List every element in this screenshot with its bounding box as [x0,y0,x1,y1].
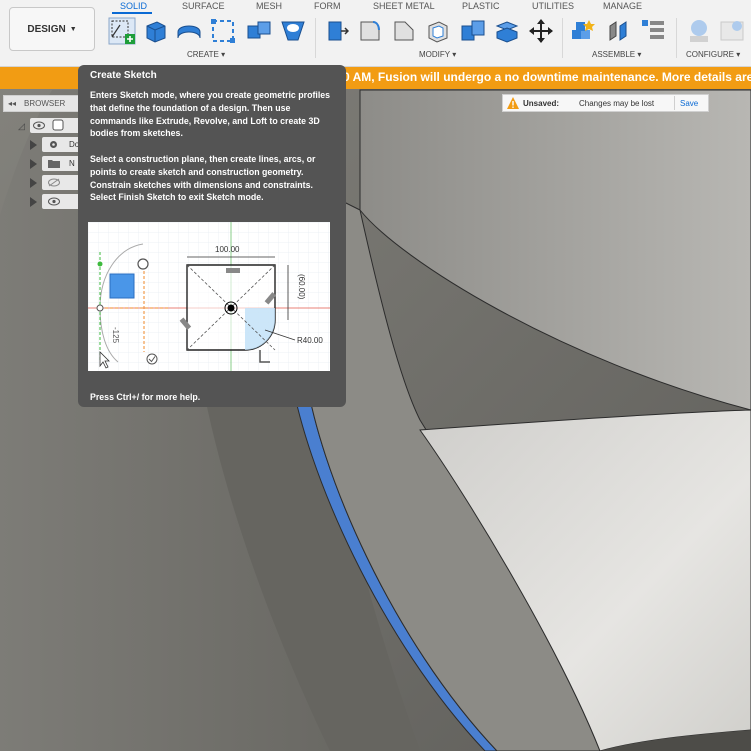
component-list-icon[interactable] [640,18,666,44]
document-icon [52,119,64,131]
move-copy-icon[interactable] [528,18,554,44]
width-dimension: 100.00 [215,245,240,254]
split-body-icon[interactable] [494,18,520,44]
expand-triangle-icon[interactable] [30,178,37,188]
create-sketch-tooltip: Create Sketch Enters Sketch mode, where … [78,65,346,407]
press-pull-icon[interactable] [323,18,349,44]
unsaved-message: Changes may be lost [579,99,655,108]
sketch-point [137,258,149,270]
assemble-group-label[interactable]: ASSEMBLE ▾ [592,50,641,59]
warning-icon [507,97,519,109]
configuration-table-icon[interactable] [719,18,745,44]
configure-icon[interactable] [686,18,712,44]
configure-group-text: CONFIGURE [686,50,734,59]
save-button[interactable]: Save [680,99,698,108]
sketch-point [97,261,103,267]
assemble-group-text: ASSEMBLE [592,50,636,59]
maintenance-banner-text: 0 AM, Fusion will undergo a no downtime … [343,70,751,84]
tab-manage[interactable]: MANAGE [603,1,642,11]
radius-dimension: R40.00 [297,336,323,345]
toolbar-separator [562,18,563,58]
blue-sketch-square [109,273,135,299]
modify-group-text: MODIFY [419,50,450,59]
tree-item-origin[interactable] [14,175,112,191]
tree-item-label: N [69,159,75,168]
shell-icon[interactable] [425,18,451,44]
gear-icon [50,141,57,148]
create-sketch-icon[interactable] [108,17,136,45]
expand-triangle-icon[interactable] [30,140,37,150]
hole-icon[interactable] [280,18,306,44]
tooltip-title: Create Sketch [90,70,157,81]
modify-group-label[interactable]: MODIFY ▾ [419,50,456,59]
tab-surface[interactable]: SURFACE [182,1,225,11]
tree-root-row[interactable]: ◿ [14,118,100,134]
eye-icon[interactable] [48,197,60,206]
toolbar-separator [315,18,316,58]
sketch-point [96,304,104,312]
loft-icon[interactable] [246,18,272,44]
chevron-down-icon: ▼ [69,25,77,33]
tab-mesh[interactable]: MESH [256,1,282,11]
new-component-icon[interactable] [570,18,596,44]
eye-icon[interactable] [33,121,45,130]
combine-icon[interactable] [460,18,486,44]
sweep-icon[interactable] [210,18,236,44]
browser-panel-header[interactable]: ◂◂ BROWSER [3,95,83,112]
create-group-text: CREATE [187,50,219,59]
tab-sheet-metal[interactable]: SHEET METAL [373,1,435,11]
joint-icon[interactable] [606,18,632,44]
tree-item-bodies[interactable] [14,194,112,210]
unsaved-title: Unsaved: [523,99,560,108]
left-dimension: -125 [111,327,120,344]
expand-triangle-icon[interactable]: ◿ [18,121,25,132]
unsaved-divider [674,96,675,110]
tree-item-document-settings[interactable]: Do [14,137,112,153]
folder-icon [48,160,60,168]
active-tab-indicator [112,12,152,14]
height-dimension: (60.00) [297,274,306,300]
chamfer-icon[interactable] [391,18,417,44]
create-group-label[interactable]: CREATE ▾ [187,50,225,59]
tree-item-named-views[interactable]: N [14,156,112,172]
expand-triangle-icon[interactable] [30,159,37,169]
center-point [227,304,235,312]
collapse-icon[interactable]: ◂◂ [8,99,16,108]
tab-plastic[interactable]: PLASTIC [462,1,500,11]
tab-utilities[interactable]: UTILITIES [532,1,574,11]
expand-triangle-icon[interactable] [30,197,37,207]
tooltip-footer: Press Ctrl+/ for more help. [90,392,201,402]
create-box-icon[interactable] [143,18,169,44]
toolbar-separator [676,18,677,58]
main-toolbar: DESIGN ▼ SOLID SURFACE MESH FORM SHEET M… [0,0,751,67]
workspace-label: DESIGN [27,23,66,35]
configure-group-label[interactable]: CONFIGURE ▾ [686,50,740,59]
checkmark-icon [146,353,158,365]
browser-title: BROWSER [24,99,66,108]
fillet-icon[interactable] [357,18,383,44]
constraint-glyph [226,268,240,273]
eye-hidden-icon[interactable] [48,178,60,187]
tab-solid[interactable]: SOLID [120,1,147,11]
sketch-illustration: -125 100.00 (60.00) R40.00 [88,222,330,371]
revolve-icon[interactable] [176,18,202,44]
tooltip-paragraph-1: Enters Sketch mode, where you create geo… [90,90,331,139]
tooltip-paragraph-2: Select a construction plane, then create… [90,154,316,203]
tab-form[interactable]: FORM [314,1,341,11]
unsaved-notice: Unsaved: Changes may be lost Save [502,94,709,112]
